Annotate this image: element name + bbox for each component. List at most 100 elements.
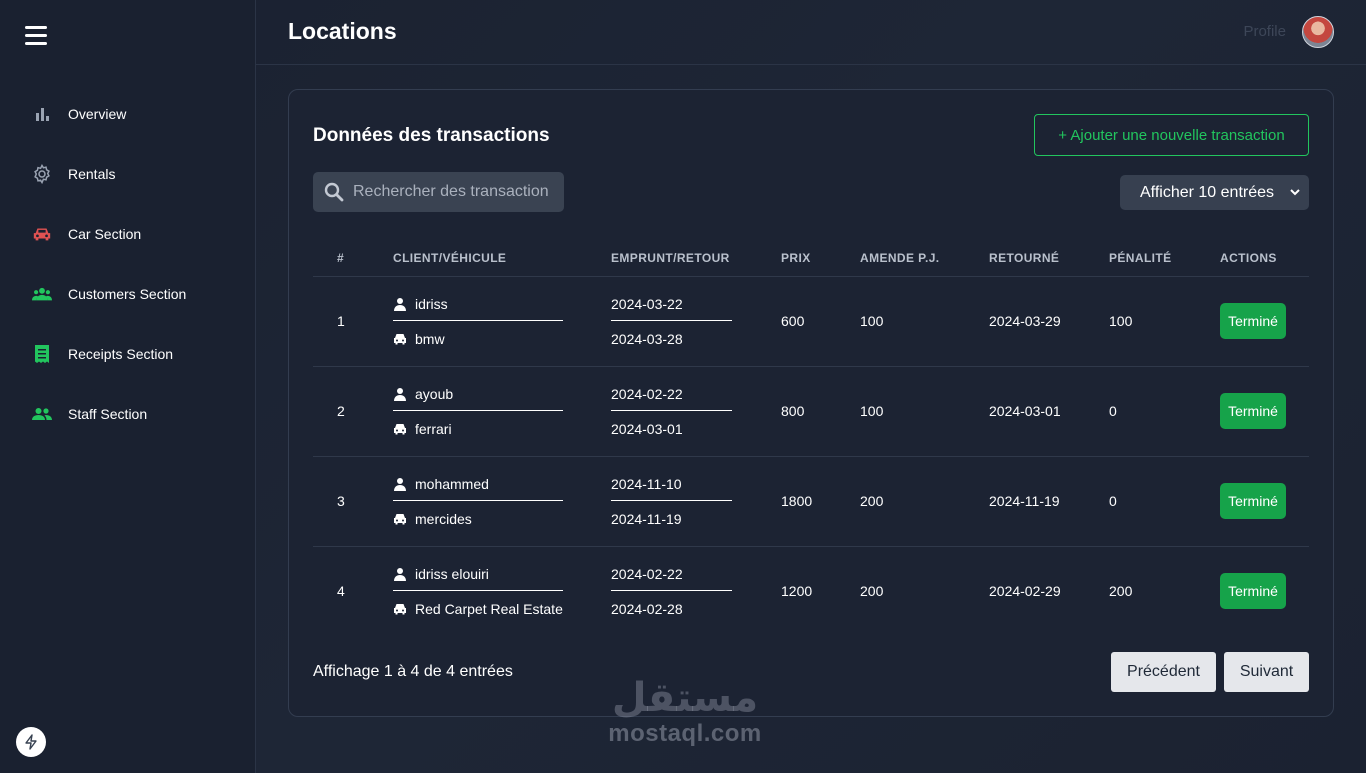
table-row: 1 idriss bmw 2024-03-22 2024-03-28 600 1…: [313, 276, 1309, 367]
sidebar-item-car-section[interactable]: Car Section: [0, 204, 256, 264]
daily-fine: 100: [860, 366, 989, 457]
column-header: #: [313, 240, 393, 277]
column-header: PÉNALITÉ: [1109, 240, 1220, 277]
transactions-table: # CLIENT/VÉHICULE EMPRUNT/RETOUR PRIX AM…: [313, 240, 1309, 636]
entries-select-value: Afficher 10 entrées: [1140, 183, 1275, 201]
client-name: ayoub: [415, 385, 454, 402]
daily-fine: 200: [860, 456, 989, 547]
price: 600: [781, 276, 860, 367]
chevron-down-icon: [1290, 189, 1300, 196]
table-row: 2 ayoub ferrari 2024-02-22 2024-03-01 80…: [313, 366, 1309, 457]
card-title: Données des transactions: [313, 125, 550, 146]
pagination-summary: Affichage 1 à 4 de 4 entrées: [313, 663, 513, 680]
transactions-card: Données des transactions + Ajouter une n…: [288, 89, 1334, 717]
user-icon: [394, 387, 406, 401]
vehicle-name: ferrari: [415, 421, 452, 437]
watermark-arabic: مستقل: [611, 675, 759, 721]
row-number: 1: [313, 276, 393, 367]
row-number: 2: [313, 366, 393, 457]
row-number: 4: [337, 583, 345, 600]
returned-date: 2024-11-19: [989, 456, 1109, 547]
status-button[interactable]: Terminé: [1220, 303, 1286, 339]
users-icon: [32, 284, 52, 304]
car-icon: [394, 334, 406, 345]
sidebar: Overview Rentals Car Section Customers S…: [0, 0, 256, 773]
sidebar-item-rentals[interactable]: Rentals: [0, 144, 256, 204]
return-date: 2024-03-01: [611, 421, 683, 437]
group-icon: [32, 404, 52, 424]
table-row: 4 idriss elouiri Red Carpet Real Estate …: [313, 546, 1309, 636]
sidebar-item-label: Staff Section: [68, 406, 148, 422]
receipt-icon: [32, 344, 52, 364]
next-page-button[interactable]: Suivant: [1224, 652, 1309, 692]
page-title: Locations: [288, 18, 397, 44]
user-icon: [394, 297, 406, 311]
table-header-row: # CLIENT/VÉHICULE EMPRUNT/RETOUR PRIX AM…: [313, 240, 1309, 277]
sidebar-item-label: Receipts Section: [68, 346, 174, 362]
column-header: EMPRUNT/RETOUR: [611, 240, 781, 277]
bolt-icon[interactable]: [16, 727, 46, 757]
car-icon: [394, 604, 406, 615]
gear-icon: [32, 164, 52, 184]
sidebar-item-overview[interactable]: Overview: [0, 84, 256, 144]
watermark-logo: مستقل mostaql.com: [600, 676, 770, 748]
borrow-date: 2024-02-22: [611, 557, 732, 592]
return-date: 2024-11-19: [611, 511, 682, 527]
penalty: 0: [1109, 366, 1220, 457]
vehicle-name: mercides: [415, 511, 472, 527]
car-icon: [394, 424, 406, 435]
watermark-latin: mostaql.com: [608, 720, 762, 747]
column-header: RETOURNÉ: [989, 240, 1109, 277]
price: 1200: [781, 583, 813, 600]
returned-date: 2024-03-29: [989, 276, 1109, 367]
add-transaction-button[interactable]: + Ajouter une nouvelle transaction: [1034, 114, 1309, 156]
profile-link[interactable]: Profile: [1243, 23, 1286, 40]
status-button[interactable]: Terminé: [1220, 393, 1286, 429]
vehicle-name: bmw: [415, 331, 445, 347]
daily-fine: 200: [860, 583, 884, 600]
borrow-date: 2024-03-22: [611, 287, 732, 321]
car-icon: [394, 514, 406, 525]
client-name: mohammed: [415, 475, 489, 492]
user-icon: [394, 567, 406, 581]
row-number: 3: [313, 456, 393, 547]
column-header: CLIENT/VÉHICULE: [393, 240, 611, 277]
hamburger-icon[interactable]: [25, 26, 47, 46]
status-button[interactable]: Terminé: [1220, 573, 1286, 610]
sidebar-item-label: Customers Section: [68, 286, 187, 302]
sidebar-item-label: Overview: [68, 106, 127, 122]
borrow-date: 2024-11-10: [611, 467, 732, 501]
entries-select[interactable]: Afficher 10 entrées: [1120, 175, 1309, 210]
sidebar-item-receipts-section[interactable]: Receipts Section: [0, 324, 256, 384]
sidebar-item-customers-section[interactable]: Customers Section: [0, 264, 256, 324]
column-header: AMENDE P.J.: [860, 240, 989, 277]
sidebar-item-staff-section[interactable]: Staff Section: [0, 384, 256, 444]
penalty: 100: [1109, 276, 1220, 367]
vehicle-name: Red Carpet Real Estate: [415, 601, 563, 618]
sidebar-nav: Overview Rentals Car Section Customers S…: [0, 84, 256, 444]
previous-page-button[interactable]: Précédent: [1111, 652, 1216, 692]
topbar: Locations Profile: [256, 0, 1366, 65]
column-header: PRIX: [781, 240, 860, 277]
sidebar-item-label: Rentals: [68, 166, 116, 182]
price: 1800: [781, 456, 860, 547]
table-row: 3 mohammed mercides 2024-11-10 2024-11-1…: [313, 456, 1309, 547]
returned-date: 2024-02-29: [989, 583, 1061, 600]
search-icon: [324, 182, 344, 202]
client-name: idriss elouiri: [415, 565, 489, 582]
daily-fine: 100: [860, 276, 989, 367]
client-name: idriss: [415, 295, 448, 312]
avatar[interactable]: [1302, 16, 1334, 48]
user-icon: [394, 477, 406, 491]
penalty: 0: [1109, 456, 1220, 547]
return-date: 2024-02-28: [611, 601, 683, 618]
car-icon: [32, 224, 52, 244]
search-box: [313, 172, 564, 212]
price: 800: [781, 366, 860, 457]
penalty: 200: [1109, 583, 1133, 600]
returned-date: 2024-03-01: [989, 366, 1109, 457]
status-button[interactable]: Terminé: [1220, 483, 1286, 519]
column-header: ACTIONS: [1220, 240, 1309, 277]
bar-chart-icon: [32, 104, 52, 124]
search-input[interactable]: [353, 183, 553, 201]
